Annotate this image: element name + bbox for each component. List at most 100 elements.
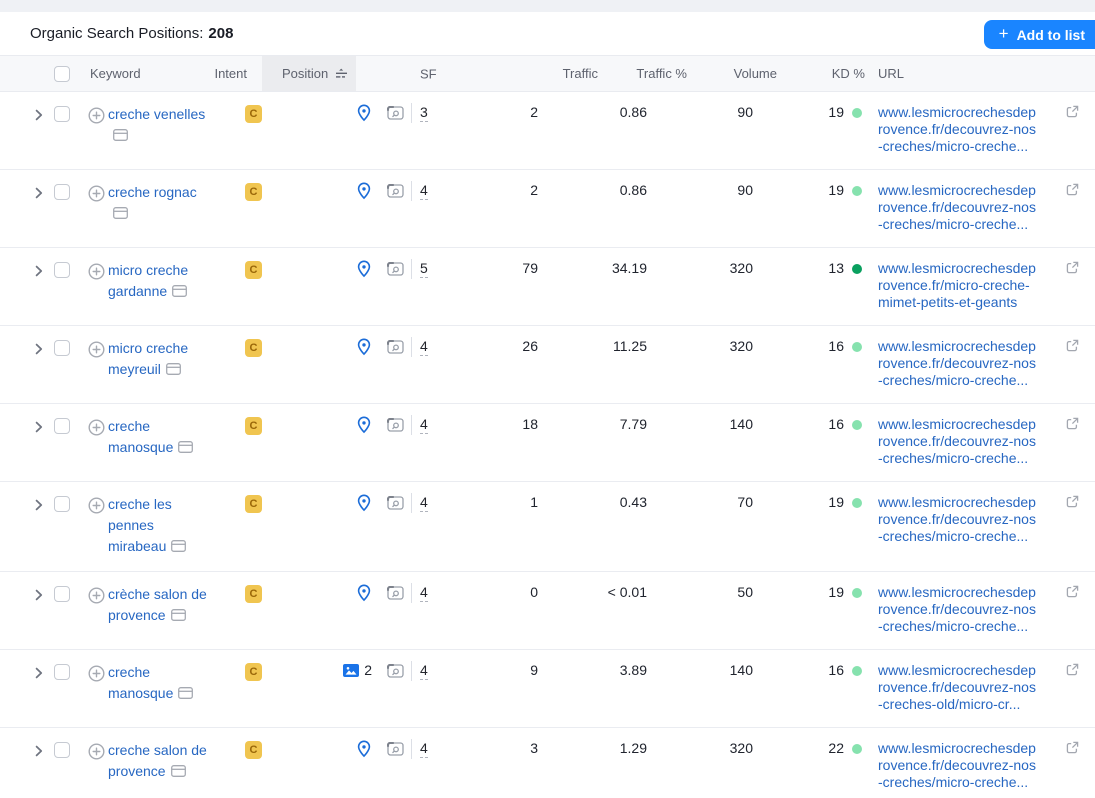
location-pin-icon[interactable] <box>356 260 372 278</box>
url-link[interactable]: www.lesmicrocrechesdep rovence.fr/decouv… <box>878 662 1067 713</box>
external-link-icon[interactable] <box>1066 261 1079 274</box>
location-pin-icon[interactable] <box>356 584 372 602</box>
serp-snapshot-icon[interactable] <box>387 418 404 432</box>
row-checkbox[interactable] <box>54 262 70 278</box>
add-keyword-icon[interactable] <box>88 743 105 760</box>
serp-snapshot-icon[interactable] <box>387 106 404 120</box>
position-value[interactable]: 4 <box>420 338 428 356</box>
location-pin-icon[interactable] <box>356 416 372 434</box>
column-header-kd[interactable]: KD % <box>792 56 872 91</box>
row-checkbox[interactable] <box>54 496 70 512</box>
url-link[interactable]: www.lesmicrocrechesdep rovence.fr/decouv… <box>878 182 1067 233</box>
serp-card-icon[interactable] <box>178 687 194 699</box>
intent-badge[interactable]: C <box>245 339 262 357</box>
external-link-icon[interactable] <box>1066 339 1079 352</box>
add-keyword-icon[interactable] <box>88 185 105 202</box>
chevron-right-icon[interactable] <box>35 343 43 355</box>
chevron-right-icon[interactable] <box>35 265 43 277</box>
serp-card-icon[interactable] <box>170 765 186 777</box>
add-keyword-icon[interactable] <box>88 107 105 124</box>
image-pack-feature[interactable]: 2 <box>343 662 372 678</box>
row-checkbox[interactable] <box>54 742 70 758</box>
position-value[interactable]: 4 <box>420 182 428 200</box>
add-keyword-icon[interactable] <box>88 419 105 436</box>
chevron-right-icon[interactable] <box>35 745 43 757</box>
column-header-volume[interactable]: Volume <box>692 56 792 91</box>
column-header-traffic[interactable]: Traffic <box>445 56 600 91</box>
keyword-link[interactable]: crèche salon de provence <box>108 584 207 635</box>
url-link[interactable]: www.lesmicrocrechesdep rovence.fr/micro-… <box>878 260 1067 311</box>
serp-card-icon[interactable] <box>113 207 128 219</box>
serp-card-icon[interactable] <box>178 441 194 453</box>
serp-snapshot-icon[interactable] <box>387 262 404 276</box>
location-pin-icon[interactable] <box>356 104 372 122</box>
chevron-right-icon[interactable] <box>35 589 43 601</box>
external-link-icon[interactable] <box>1066 585 1079 598</box>
chevron-right-icon[interactable] <box>35 109 43 121</box>
intent-badge[interactable]: C <box>245 105 262 123</box>
serp-card-icon[interactable] <box>113 129 128 141</box>
keyword-link[interactable]: creche manosque <box>108 662 207 713</box>
intent-badge[interactable]: C <box>245 261 262 279</box>
keyword-link[interactable]: creche manosque <box>108 416 207 467</box>
intent-badge[interactable]: C <box>245 663 262 681</box>
serp-snapshot-icon[interactable] <box>387 184 404 198</box>
serp-snapshot-icon[interactable] <box>387 742 404 756</box>
select-all-checkbox[interactable] <box>54 65 70 82</box>
external-link-icon[interactable] <box>1066 183 1079 196</box>
row-checkbox[interactable] <box>54 106 70 122</box>
keyword-link[interactable]: creche salon de provence <box>108 740 207 791</box>
location-pin-icon[interactable] <box>356 494 372 512</box>
chevron-right-icon[interactable] <box>35 499 43 511</box>
position-value[interactable]: 4 <box>420 494 428 512</box>
position-value[interactable]: 4 <box>420 740 428 758</box>
intent-badge[interactable]: C <box>245 183 262 201</box>
external-link-icon[interactable] <box>1066 663 1079 676</box>
keyword-link[interactable]: micro creche meyreuil <box>108 338 207 389</box>
chevron-right-icon[interactable] <box>35 421 43 433</box>
intent-badge[interactable]: C <box>245 585 262 603</box>
keyword-link[interactable]: creche les pennes mirabeau <box>108 494 207 557</box>
url-link[interactable]: www.lesmicrocrechesdep rovence.fr/decouv… <box>878 104 1067 155</box>
location-pin-icon[interactable] <box>356 182 372 200</box>
location-pin-icon[interactable] <box>356 338 372 356</box>
serp-card-icon[interactable] <box>172 285 188 297</box>
external-link-icon[interactable] <box>1066 741 1079 754</box>
serp-snapshot-icon[interactable] <box>387 664 404 678</box>
add-keyword-icon[interactable] <box>88 497 105 514</box>
external-link-icon[interactable] <box>1066 105 1079 118</box>
url-link[interactable]: www.lesmicrocrechesdep rovence.fr/decouv… <box>878 584 1067 635</box>
serp-card-icon[interactable] <box>170 609 186 621</box>
url-link[interactable]: www.lesmicrocrechesdep rovence.fr/decouv… <box>878 338 1067 389</box>
intent-badge[interactable]: C <box>245 741 262 759</box>
add-to-list-button[interactable]: + Add to list <box>983 20 1095 49</box>
external-link-icon[interactable] <box>1066 417 1079 430</box>
serp-snapshot-icon[interactable] <box>387 340 404 354</box>
column-header-url[interactable]: URL <box>872 56 1095 91</box>
keyword-link[interactable]: micro creche gardanne <box>108 260 207 311</box>
keyword-link[interactable]: creche venelles <box>108 104 207 155</box>
column-header-traffic-pct[interactable]: Traffic % <box>600 56 692 91</box>
row-checkbox[interactable] <box>54 418 70 434</box>
column-header-intent[interactable]: Intent <box>210 56 270 91</box>
position-value[interactable]: 4 <box>420 662 428 680</box>
keyword-link[interactable]: creche rognac <box>108 182 207 233</box>
position-value[interactable]: 5 <box>420 260 428 278</box>
column-header-position[interactable]: Position <box>262 56 356 91</box>
external-link-icon[interactable] <box>1066 495 1079 508</box>
serp-card-icon[interactable] <box>165 363 181 375</box>
url-link[interactable]: www.lesmicrocrechesdep rovence.fr/decouv… <box>878 740 1067 791</box>
url-link[interactable]: www.lesmicrocrechesdep rovence.fr/decouv… <box>878 494 1067 545</box>
add-keyword-icon[interactable] <box>88 341 105 358</box>
chevron-right-icon[interactable] <box>35 187 43 199</box>
intent-badge[interactable]: C <box>245 417 262 435</box>
url-link[interactable]: www.lesmicrocrechesdep rovence.fr/decouv… <box>878 416 1067 467</box>
serp-snapshot-icon[interactable] <box>387 586 404 600</box>
row-checkbox[interactable] <box>54 586 70 602</box>
position-value[interactable]: 4 <box>420 584 428 602</box>
serp-card-icon[interactable] <box>171 540 187 552</box>
add-keyword-icon[interactable] <box>88 263 105 280</box>
add-keyword-icon[interactable] <box>88 665 105 682</box>
add-keyword-icon[interactable] <box>88 587 105 604</box>
row-checkbox[interactable] <box>54 184 70 200</box>
